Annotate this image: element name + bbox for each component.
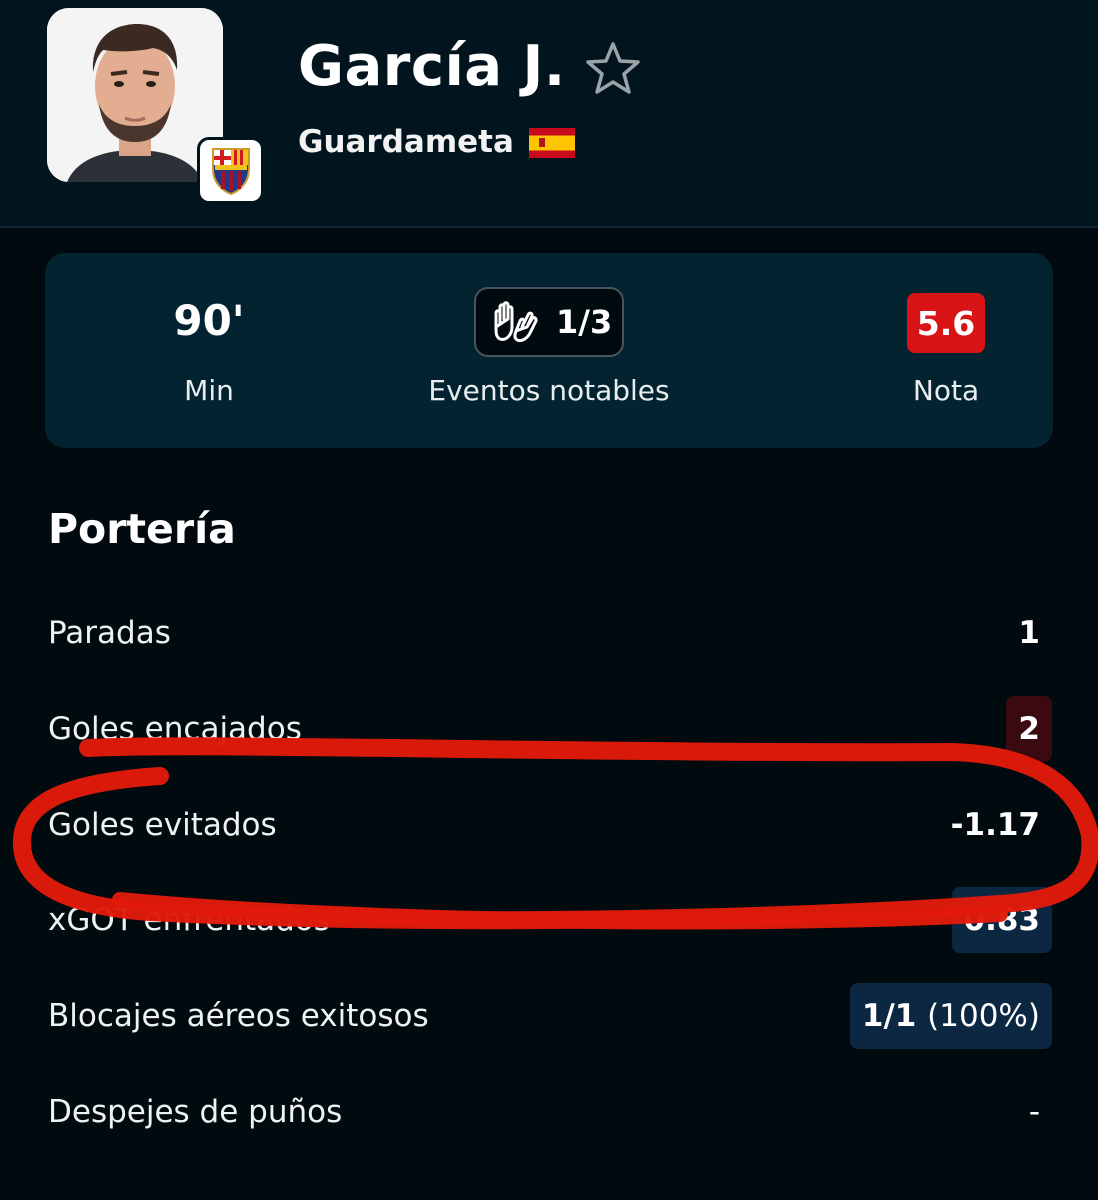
- stat-value: -1.17: [950, 807, 1040, 843]
- stat-label: Despejes de puños: [48, 1094, 343, 1130]
- minutes-played-value: 90': [173, 296, 245, 345]
- section-title: Portería: [48, 505, 236, 553]
- goalkeeper-gloves-icon: [494, 301, 538, 343]
- stat-row-goals-prevented: Goles evitados -1.17: [0, 785, 1098, 865]
- stat-value-percentage: (100%): [927, 998, 1040, 1034]
- stat-label: Goles evitados: [48, 807, 277, 843]
- player-name: García J.: [298, 34, 566, 99]
- stat-row-saves: Paradas 1: [0, 593, 1098, 673]
- team-badge[interactable]: [197, 137, 264, 204]
- fc-barcelona-crest-icon: [211, 147, 250, 195]
- stat-value-badge: 2: [1006, 696, 1052, 762]
- notable-events-label: Eventos notables: [428, 374, 670, 407]
- player-position: Guardameta: [298, 124, 514, 160]
- stat-row-goals-conceded: Goles encajados 2: [0, 689, 1098, 769]
- stat-row-punches: Despejes de puños -: [0, 1072, 1098, 1152]
- stat-value: 1: [1018, 615, 1040, 651]
- stat-row-xgot-faced: xGOT enfrentados 0.83: [0, 880, 1098, 960]
- rating-label: Nota: [912, 374, 980, 407]
- minutes-played-label: Min: [184, 374, 234, 407]
- rating-badge: 5.6: [907, 293, 985, 353]
- stat-value: -: [1028, 1094, 1040, 1130]
- stat-label: Blocajes aéreos exitosos: [48, 998, 429, 1034]
- spain-flag-icon: [529, 128, 575, 158]
- stat-label: Goles encajados: [48, 711, 302, 747]
- stat-label: Paradas: [48, 615, 171, 651]
- notable-events-count: 1/3: [556, 303, 613, 341]
- stat-value-badge: 1/1 (100%): [849, 983, 1052, 1049]
- star-outline-icon[interactable]: [583, 40, 643, 96]
- notable-events-button[interactable]: 1/3: [474, 287, 624, 357]
- stat-value-badge: 0.83: [951, 887, 1052, 953]
- stat-row-high-claims: Blocajes aéreos exitosos 1/1 (100%): [0, 976, 1098, 1056]
- stat-value-main: 1/1: [861, 998, 917, 1034]
- stat-label: xGOT enfrentados: [48, 902, 330, 938]
- player-header: García J. Guardameta: [0, 0, 1098, 228]
